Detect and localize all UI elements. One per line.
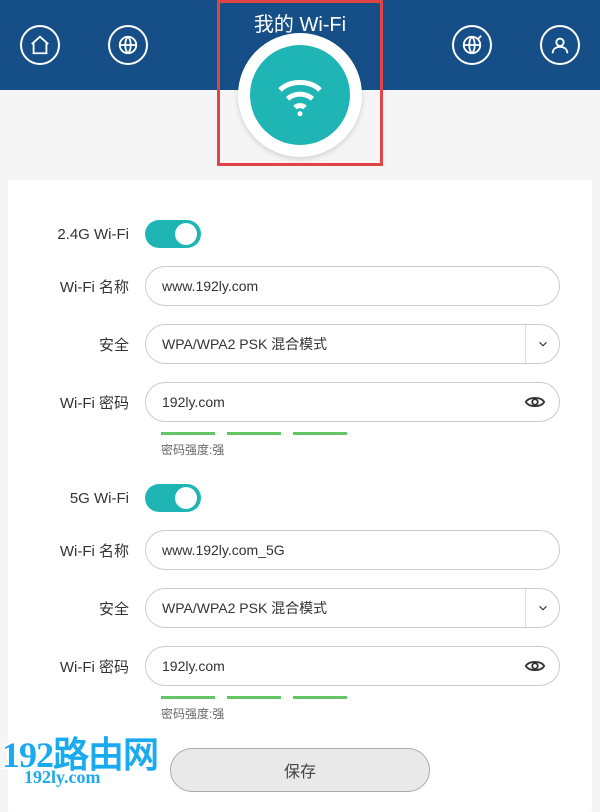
globe-more-icon[interactable] [452,25,492,65]
strength-bars-5g [161,696,560,699]
home-icon[interactable] [20,25,60,65]
wifi-name-label-24g: Wi-Fi 名称 [40,276,145,297]
wifi-24g-toggle[interactable] [145,220,201,248]
toggle-label-5g: 5G Wi-Fi [40,490,145,507]
toggle-label-24g: 2.4G Wi-Fi [40,226,145,243]
settings-panel: 2.4G Wi-Fi Wi-Fi 名称 安全 WPA/WPA2 PSK 混合模式… [8,180,592,812]
password-label-24g: Wi-Fi 密码 [40,392,145,413]
wifi-password-input-5g[interactable] [145,646,560,686]
user-icon[interactable] [540,25,580,65]
security-select-5g[interactable]: WPA/WPA2 PSK 混合模式 [145,588,560,628]
wifi-name-input-5g[interactable] [145,530,560,570]
eye-icon[interactable] [524,391,546,413]
wifi-icon [270,65,330,125]
strength-text-5g: 密码强度:强 [161,705,560,722]
chevron-down-icon [525,325,553,363]
eye-icon[interactable] [524,655,546,677]
strength-text-24g: 密码强度:强 [161,441,560,458]
security-label-24g: 安全 [40,334,145,355]
chevron-down-icon [525,589,553,627]
wifi-5g-toggle[interactable] [145,484,201,512]
wifi-tab[interactable] [238,33,362,157]
wifi-password-input-24g[interactable] [145,382,560,422]
security-label-5g: 安全 [40,598,145,619]
security-value-5g: WPA/WPA2 PSK 混合模式 [162,598,327,618]
password-label-5g: Wi-Fi 密码 [40,656,145,677]
strength-bars-24g [161,432,560,435]
globe-icon[interactable] [108,25,148,65]
save-button[interactable]: 保存 [170,748,430,792]
security-value-24g: WPA/WPA2 PSK 混合模式 [162,334,327,354]
security-select-24g[interactable]: WPA/WPA2 PSK 混合模式 [145,324,560,364]
wifi-name-input-24g[interactable] [145,266,560,306]
wifi-name-label-5g: Wi-Fi 名称 [40,540,145,561]
